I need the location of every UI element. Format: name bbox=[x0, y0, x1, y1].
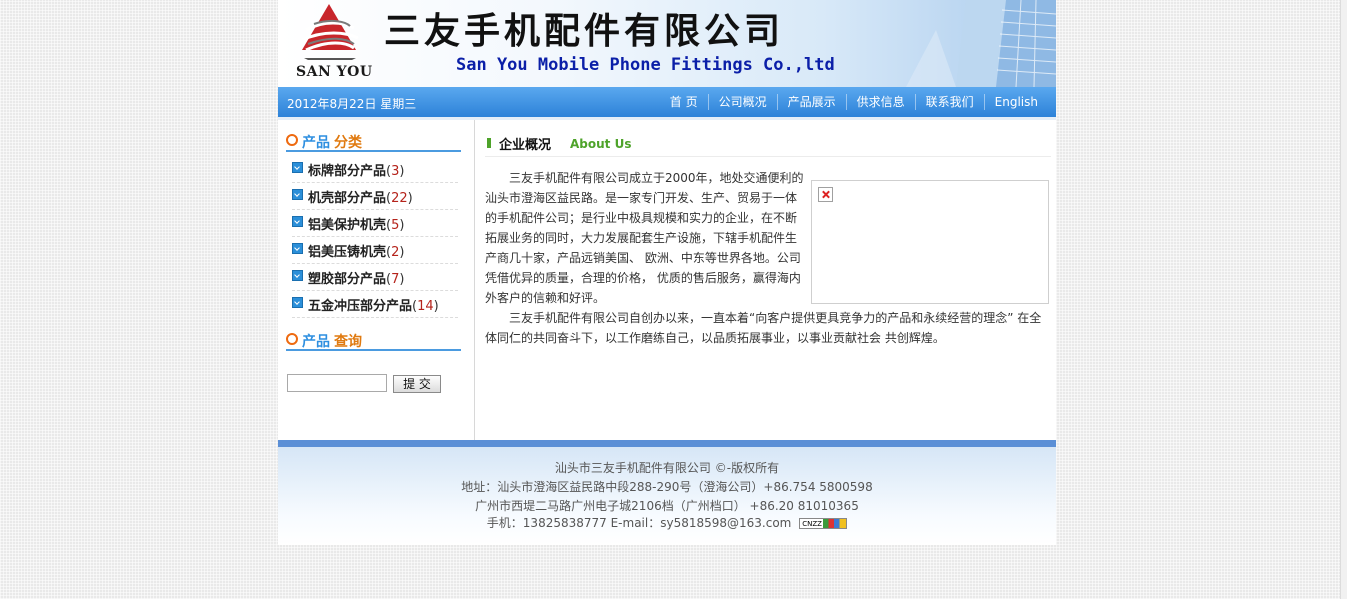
arrow-bullet-icon bbox=[292, 297, 303, 308]
submit-button[interactable]: 提 交 bbox=[393, 375, 441, 393]
category-item[interactable]: 铝美保护机壳(5) bbox=[292, 210, 458, 237]
footer-contact-row: 手机：13825838777 E-mail：sy5818598@163.com … bbox=[278, 514, 1056, 531]
search-heading: 产品 查询 bbox=[286, 331, 461, 351]
category-label[interactable]: 标牌部分产品 bbox=[308, 164, 386, 179]
category-count: 14 bbox=[417, 299, 434, 314]
main-content: 企业概况 About Us 三友手机配件有限公司成立于2000年，地处交通便利的… bbox=[485, 120, 1051, 440]
category-list: 标牌部分产品(3) 机壳部分产品(22) 铝美保护机壳(5) 铝美压铸机壳(2)… bbox=[292, 156, 458, 318]
sidebar: 产品 分类 标牌部分产品(3) 机壳部分产品(22) 铝美保护机壳(5) 铝美压… bbox=[278, 120, 475, 440]
category-item[interactable]: 铝美压铸机壳(2) bbox=[292, 237, 458, 264]
arrow-bullet-icon bbox=[292, 162, 303, 173]
nav-english[interactable]: English bbox=[983, 94, 1048, 110]
arrow-bullet-icon bbox=[292, 216, 303, 227]
category-count: 22 bbox=[391, 191, 408, 206]
category-item[interactable]: 标牌部分产品(3) bbox=[292, 156, 458, 183]
about-title-en: About Us bbox=[570, 137, 632, 151]
search-heading-part1: 产品 bbox=[302, 334, 330, 350]
logo-text: SAN YOU bbox=[296, 64, 373, 80]
category-label[interactable]: 塑胶部分产品 bbox=[308, 272, 386, 287]
category-label[interactable]: 五金冲压部分产品 bbox=[308, 299, 412, 314]
categories-heading: 产品 分类 bbox=[286, 132, 461, 152]
category-label[interactable]: 铝美压铸机壳 bbox=[308, 245, 386, 260]
heading-marker-icon bbox=[487, 138, 491, 148]
category-label[interactable]: 铝美保护机壳 bbox=[308, 218, 386, 233]
ring-icon bbox=[286, 134, 298, 146]
broken-image-icon bbox=[818, 187, 833, 202]
nav-company-overview[interactable]: 公司概况 bbox=[707, 94, 777, 110]
page-container: SAN YOU 三友手机配件有限公司 San You Mobile Phone … bbox=[278, 0, 1056, 545]
category-item[interactable]: 五金冲压部分产品(14) bbox=[292, 291, 458, 318]
about-title: 企业概况 bbox=[499, 138, 552, 153]
nav-products[interactable]: 产品展示 bbox=[776, 94, 846, 110]
search-heading-part2: 查询 bbox=[334, 334, 362, 350]
category-item[interactable]: 机壳部分产品(22) bbox=[292, 183, 458, 210]
skyscraper-graphic bbox=[906, 0, 1056, 87]
ring-icon bbox=[286, 333, 298, 345]
cnzz-stats-badge[interactable]: CNZZ bbox=[799, 518, 848, 529]
about-paragraph-2: 三友手机配件有限公司自创办以来，一直本着“向客户提供更具竞争力的产品和永续经营的… bbox=[485, 311, 1042, 345]
nav-menu: 首 页 公司概况 产品展示 供求信息 联系我们 English bbox=[660, 94, 1048, 110]
arrow-bullet-icon bbox=[292, 243, 303, 254]
site-banner: SAN YOU 三友手机配件有限公司 San You Mobile Phone … bbox=[278, 0, 1056, 87]
footer-address: 地址：汕头市澄海区益民路中段288-290号（澄海公司）+86.754 5800… bbox=[461, 480, 873, 494]
categories-heading-part2: 分类 bbox=[334, 135, 362, 151]
nav-supply-demand[interactable]: 供求信息 bbox=[845, 94, 915, 110]
footer-contact: 手机：13825838777 E-mail：sy5818598@163.com bbox=[486, 516, 792, 530]
about-text: 三友手机配件有限公司成立于2000年，地处交通便利的汕头市澄海区益民路。是一家专… bbox=[485, 168, 1051, 348]
footer-guangzhou-address: 广州市西堤二马路广州电子城2106档（广州档口） +86.20 81010365 bbox=[475, 499, 859, 513]
categories-heading-part1: 产品 bbox=[302, 135, 330, 151]
main-nav: 2012年8月22日 星期三 首 页 公司概况 产品展示 供求信息 联系我们 E… bbox=[278, 87, 1056, 117]
arrow-bullet-icon bbox=[292, 270, 303, 281]
company-image bbox=[811, 180, 1049, 304]
company-name-cn: 三友手机配件有限公司 bbox=[384, 11, 785, 52]
company-name-en: San You Mobile Phone Fittings Co.,ltd bbox=[456, 55, 835, 75]
about-heading: 企业概况 About Us bbox=[485, 134, 1051, 157]
category-label[interactable]: 机壳部分产品 bbox=[308, 191, 386, 206]
current-date: 2012年8月22日 星期三 bbox=[287, 97, 417, 111]
category-item[interactable]: 塑胶部分产品(7) bbox=[292, 264, 458, 291]
search-input[interactable] bbox=[287, 374, 387, 392]
footer: 汕头市三友手机配件有限公司 ©-版权所有 地址：汕头市澄海区益民路中段288-2… bbox=[278, 440, 1056, 545]
nav-home[interactable]: 首 页 bbox=[660, 94, 708, 110]
footer-copyright: 汕头市三友手机配件有限公司 ©-版权所有 bbox=[554, 461, 780, 475]
nav-contact[interactable]: 联系我们 bbox=[914, 94, 984, 110]
arrow-bullet-icon bbox=[292, 189, 303, 200]
page-scrollbar[interactable] bbox=[1340, 0, 1347, 599]
